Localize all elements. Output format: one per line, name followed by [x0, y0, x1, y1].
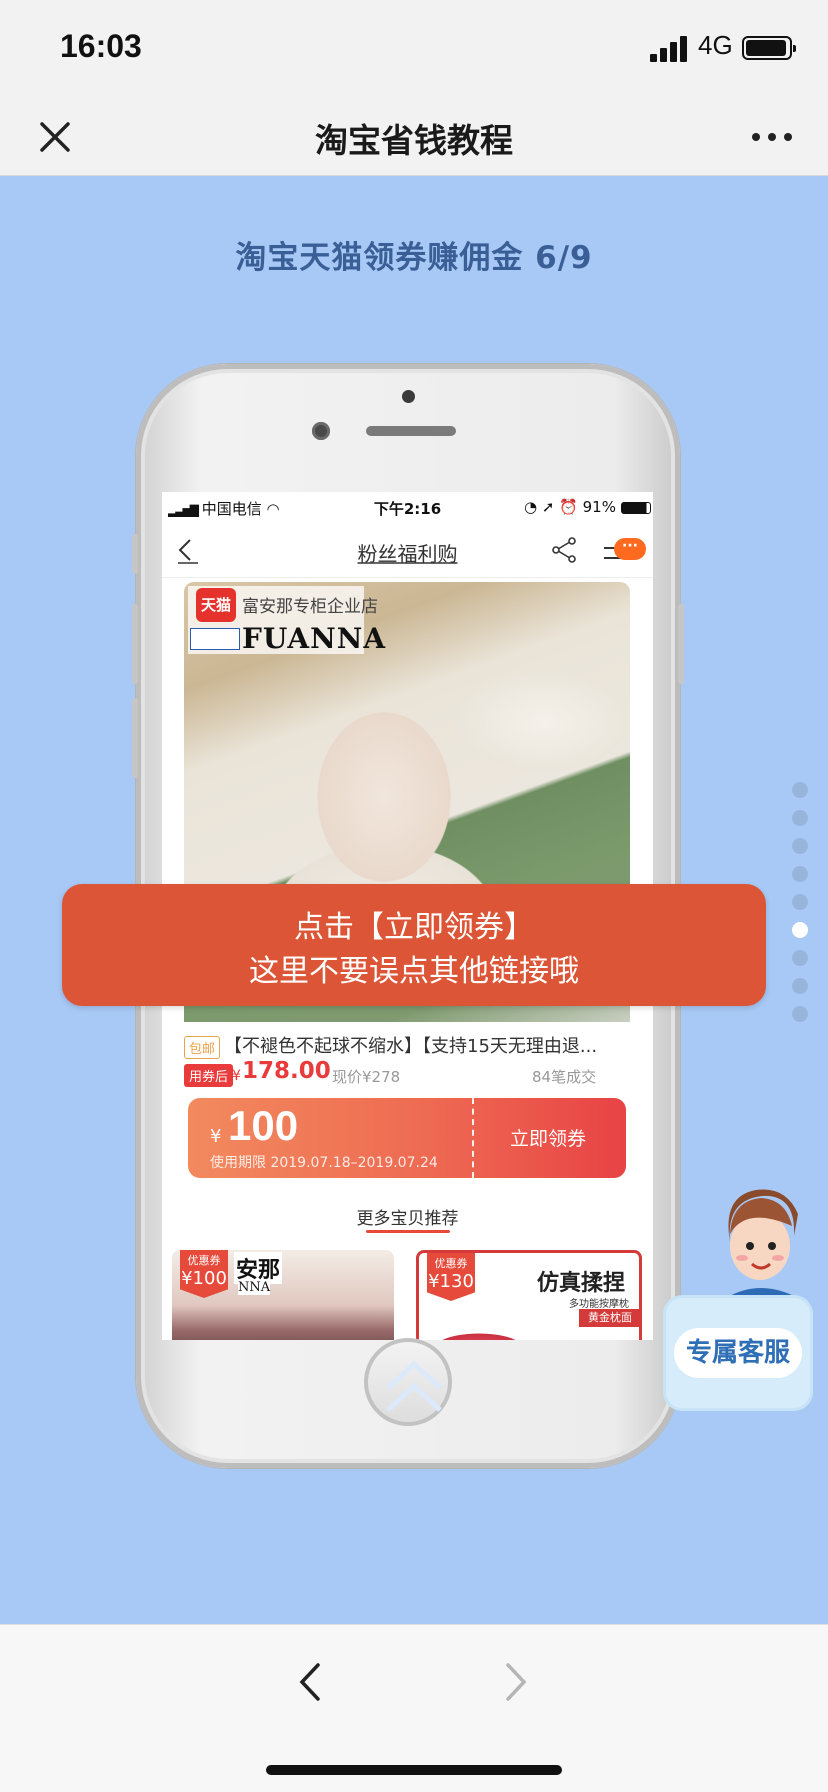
- sold-count: 84笔成交: [532, 1068, 597, 1086]
- page-dot-active[interactable]: [792, 922, 808, 938]
- bottom-toolbar: [0, 1624, 828, 1792]
- shop-small-logo: [190, 628, 240, 650]
- page-dot[interactable]: [792, 810, 808, 826]
- page-dot[interactable]: [792, 838, 808, 854]
- step-title: 淘宝天猫领券赚佣金 6/9: [235, 240, 593, 276]
- coupon-card[interactable]: ¥ 100 使用期限 2019.07.18–2019.07.24 立即领券: [188, 1098, 626, 1178]
- page-title: 淘宝省钱教程: [315, 121, 513, 160]
- phone-front-camera: [312, 422, 330, 440]
- inner-status-icons: ◔ ➚ ⏰: [524, 498, 583, 516]
- network-type: 4G: [698, 30, 733, 60]
- inner-page-title: 粉丝福利购: [357, 542, 458, 566]
- phone-sensor: [402, 390, 415, 403]
- recommendation-card[interactable]: 优惠券 ¥130 仿真揉捏 多功能按摩枕 黄金枕面: [416, 1250, 642, 1340]
- instruction-tip: 点击【立即领券】 这里不要误点其他链接哦: [62, 884, 766, 1006]
- customer-service-widget[interactable]: 专属客服: [666, 1186, 812, 1436]
- nav-bar: 淘宝省钱教程: [0, 96, 828, 176]
- status-time: 16:03: [60, 28, 142, 64]
- more-icon[interactable]: [742, 112, 802, 162]
- page-dot[interactable]: [792, 894, 808, 910]
- recommendation-subtext: 多功能按摩枕: [569, 1299, 629, 1310]
- coupon-badge: 优惠券 ¥130: [427, 1253, 475, 1301]
- more-title-underline: [366, 1230, 450, 1233]
- recommendation-card[interactable]: 优惠券 ¥100 安那 NNA: [172, 1250, 394, 1340]
- assistant-avatar-icon: [726, 1189, 798, 1306]
- more-recommendations-title: 更多宝贝推荐: [356, 1209, 459, 1229]
- assistant-bubble[interactable]: 专属客服: [666, 1298, 810, 1408]
- tutorial-content: 淘宝天猫领券赚佣金 6/9 ▂▃▅▇ 中国电信 ◠ 下午2:16 ◔ ➚ ⏰ 9…: [0, 176, 828, 1624]
- tip-line-2: 这里不要误点其他链接哦: [249, 954, 579, 989]
- message-badge[interactable]: ···: [614, 538, 646, 560]
- back-icon[interactable]: [296, 1657, 326, 1707]
- coupon-divider: [472, 1098, 474, 1178]
- free-shipping-tag: 包邮: [184, 1036, 221, 1059]
- original-price: 现价¥278: [332, 1068, 401, 1086]
- page-dot[interactable]: [792, 782, 808, 798]
- page-dot[interactable]: [792, 1006, 808, 1022]
- forward-icon[interactable]: [500, 1657, 530, 1707]
- home-indicator: [266, 1765, 562, 1775]
- recommendation-image: [419, 1317, 539, 1340]
- page-dot[interactable]: [792, 950, 808, 966]
- double-chevron-up-icon[interactable]: [384, 1358, 444, 1418]
- phone-speaker: [366, 426, 456, 436]
- signal-icon: [650, 36, 687, 62]
- get-coupon-button[interactable]: 立即领券: [478, 1124, 618, 1151]
- coupon-badge-value: ¥100: [181, 1268, 227, 1289]
- coupon-validity: 使用期限 2019.07.18–2019.07.24: [210, 1155, 438, 1171]
- inner-nav-bar: 粉丝福利购 ···: [162, 522, 653, 578]
- shop-name: 富安那专柜企业店: [242, 597, 378, 617]
- shop-brand: FUANNA: [242, 622, 387, 655]
- coupon-amount: 100: [228, 1102, 299, 1149]
- phone-volume-down: [132, 698, 138, 778]
- page-dot[interactable]: [792, 978, 808, 994]
- tmall-logo: 天猫: [196, 588, 236, 622]
- product-name[interactable]: 【不褪色不起球不缩水】【支持15天无理由退...: [224, 1032, 624, 1058]
- recommendation-text: 仿真揉捏: [537, 1271, 626, 1296]
- recommendation-tag: 黄金枕面: [579, 1309, 639, 1327]
- coupon-currency: ¥: [210, 1126, 222, 1147]
- coupon-badge-value: ¥130: [428, 1271, 474, 1292]
- inner-status-bar: ▂▃▅▇ 中国电信 ◠ 下午2:16 ◔ ➚ ⏰ 91%: [162, 492, 653, 522]
- price-currency: ¥: [232, 1068, 241, 1084]
- coupon-badge: 优惠券 ¥100: [180, 1250, 228, 1298]
- inner-battery: 91%: [582, 498, 616, 516]
- inner-status-right: ◔ ➚ ⏰ 91%: [524, 498, 651, 516]
- page-dot[interactable]: [792, 866, 808, 882]
- inner-battery-icon: [620, 501, 651, 514]
- battery-icon: [742, 36, 796, 60]
- coupon-badge-label: 优惠券: [187, 1254, 221, 1267]
- share-icon[interactable]: [550, 536, 578, 564]
- after-coupon-label: 用券后: [184, 1064, 234, 1087]
- recommendation-subtext: NNA: [238, 1280, 271, 1295]
- phone-mute-switch: [132, 534, 138, 574]
- product-price: 178.00: [242, 1058, 331, 1084]
- phone-volume-up: [132, 604, 138, 684]
- phone-power-button: [678, 604, 684, 684]
- tip-line-1: 点击【立即领券】: [294, 910, 534, 945]
- customer-service-label[interactable]: 专属客服: [674, 1328, 802, 1378]
- status-bar: 16:03 4G: [0, 0, 828, 96]
- coupon-badge-label: 优惠券: [434, 1257, 468, 1270]
